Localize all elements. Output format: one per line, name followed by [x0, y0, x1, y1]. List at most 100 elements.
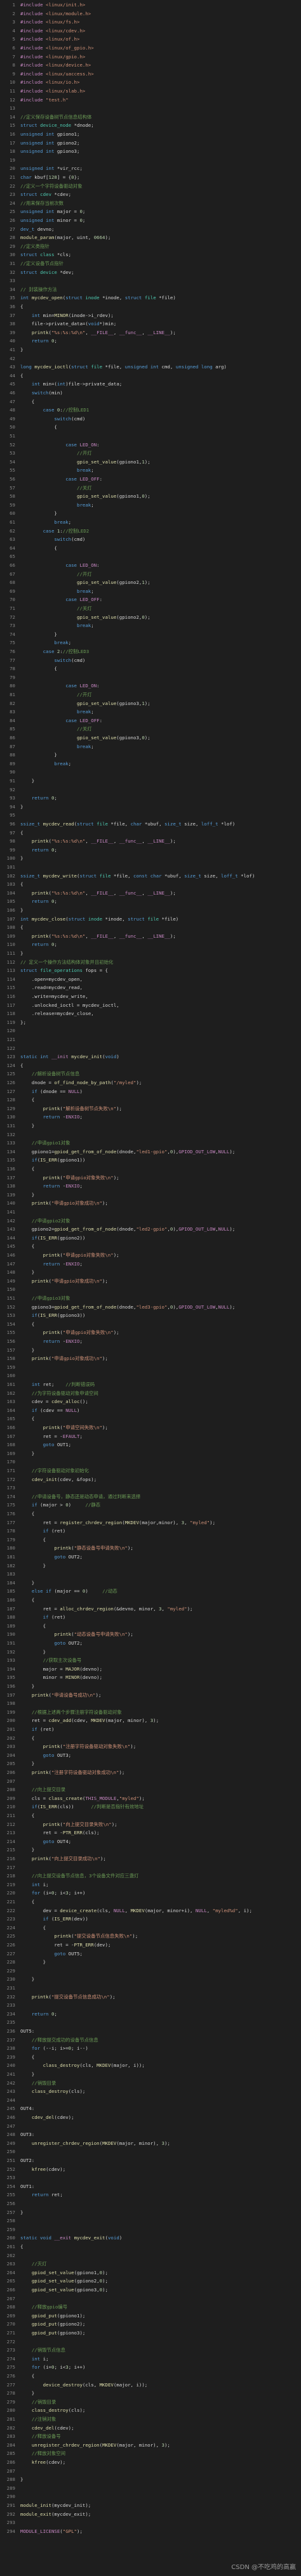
code-line: 234 return 0;	[0, 2010, 301, 2018]
code-token: mycdev_exit	[74, 2235, 105, 2241]
line-number: 78	[10, 666, 15, 672]
code-line: 164 if (cdev == NULL)	[0, 1407, 301, 1414]
line-number: 218	[6, 1873, 15, 1879]
code-token: }	[20, 2071, 35, 2077]
line-number: 133	[6, 1140, 15, 1146]
code-token: __FILE__	[91, 329, 114, 335]
code-token: );	[144, 735, 150, 741]
code-token: //关灯	[77, 726, 92, 732]
line-number: 44	[10, 372, 15, 379]
code-token: *vir_rcc;	[57, 165, 83, 172]
line-number: 262	[6, 2252, 15, 2258]
line-number: 15	[10, 122, 15, 129]
code-token: )file->private_data;	[65, 381, 123, 387]
code-text: #include "test.h"	[20, 96, 69, 104]
line-number: 123	[6, 1054, 15, 1060]
code-token: class_destroy	[43, 2062, 80, 2069]
line-number: 140	[6, 1200, 15, 1207]
code-token: gpio_set_value	[77, 700, 117, 706]
line-number: 172	[6, 1476, 15, 1482]
code-token: {	[20, 1062, 23, 1068]
code-token: static int	[20, 1054, 51, 1060]
code-line: 12 #include "test.h"	[0, 96, 301, 104]
code-token: (dnode,	[116, 1148, 137, 1155]
code-text: OUT3:	[20, 2131, 34, 2139]
code-token: printk	[54, 1545, 72, 1551]
code-line: 32 struct device *dev;	[0, 269, 301, 276]
code-token: goto	[43, 1838, 57, 1844]
code-line: 48 case 0://控制LED1	[0, 406, 301, 414]
line-number: 17	[10, 139, 15, 146]
code-token: struct	[65, 295, 86, 301]
code-token: "myled"	[190, 1519, 210, 1525]
code-text: break;	[20, 743, 94, 751]
line-number: 118	[6, 1011, 15, 1017]
code-token: cdev	[40, 191, 55, 198]
code-text: unregister_chrdev_region(MKDEV(major, mi…	[20, 2442, 170, 2449]
code-token: return	[31, 795, 51, 801]
code-token: )	[79, 1088, 83, 1094]
line-number: 194	[6, 1666, 15, 1672]
code-editor[interactable]: 1 #include <linux/init.h> 2 #include <linux…	[0, 0, 301, 2576]
code-line: 149 printk("申请gpio对象成功\n");	[0, 1278, 301, 1285]
line-number: 258	[6, 2218, 15, 2224]
line-number: 173	[6, 1485, 15, 1491]
code-text: int mycdev_open(struct inode *inode, str…	[20, 294, 176, 302]
code-line: 34// 封装操作方法	[0, 286, 301, 294]
code-token: minor =	[57, 217, 80, 223]
code-token: (cdev);	[46, 2459, 66, 2465]
line-number: 254	[6, 2183, 15, 2189]
line-number: 20	[10, 165, 15, 172]
code-token: ;	[82, 209, 86, 215]
code-token: (cdev);	[54, 2114, 74, 2120]
code-token: MKDEV	[130, 1907, 145, 1913]
code-token: {	[20, 1166, 35, 1172]
code-line: 249 unregister_chrdev_region(MKDEV(major…	[0, 2140, 301, 2147]
code-line: 2 #include <linux/module.h>	[0, 10, 301, 18]
code-text: ret = -EFAULT;	[20, 1433, 83, 1440]
code-text: }	[20, 950, 23, 957]
code-token: LED_OFF	[79, 597, 100, 603]
line-number: 124	[6, 1062, 15, 1068]
code-line: 254 OUT1:	[0, 2183, 301, 2191]
line-number: 236	[6, 2028, 15, 2034]
code-token: printk	[54, 1933, 72, 1939]
code-token: module_init	[20, 2502, 51, 2508]
line-number: 259	[6, 2226, 15, 2232]
code-token: ,	[142, 890, 148, 896]
code-token: alloc_chrdev_region	[60, 1605, 114, 1612]
line-number: 184	[6, 1579, 15, 1586]
code-token: switch	[54, 536, 72, 543]
code-token: (cls);	[68, 2407, 86, 2414]
code-line: 196 }	[0, 1683, 301, 1690]
code-token: //灭灯	[31, 2261, 47, 2267]
code-line: 237 //释放提交成功的设备节点信息	[0, 2036, 301, 2044]
code-line: 269 gpiod_put(gpiono1);	[0, 2312, 301, 2320]
code-token: ; i++)	[68, 2364, 86, 2371]
code-line: 13	[0, 105, 301, 112]
line-number: 158	[6, 1356, 15, 1362]
code-token: case	[43, 527, 57, 534]
code-token: min=(	[43, 381, 57, 387]
code-line: 55 break;	[0, 467, 301, 474]
code-line: 235	[0, 2019, 301, 2026]
code-token: mycdev_write	[43, 872, 77, 879]
code-token: .read=mycdev_read,	[20, 985, 83, 991]
line-number: 151	[6, 1295, 15, 1301]
code-token: inode	[85, 295, 103, 301]
code-token: OUT1;	[57, 1442, 72, 1448]
line-number: 85	[10, 726, 15, 732]
line-number: 261	[6, 2244, 15, 2249]
code-token: __LINE__	[147, 933, 170, 939]
code-token: OUT3;	[57, 1752, 72, 1758]
code-text: if(IS_ERR(gpiono1))	[20, 1156, 86, 1164]
code-line: 117 .unlocked_ioctl = mycdev_ioctl,	[0, 1002, 301, 1009]
line-number: 65	[10, 553, 15, 560]
